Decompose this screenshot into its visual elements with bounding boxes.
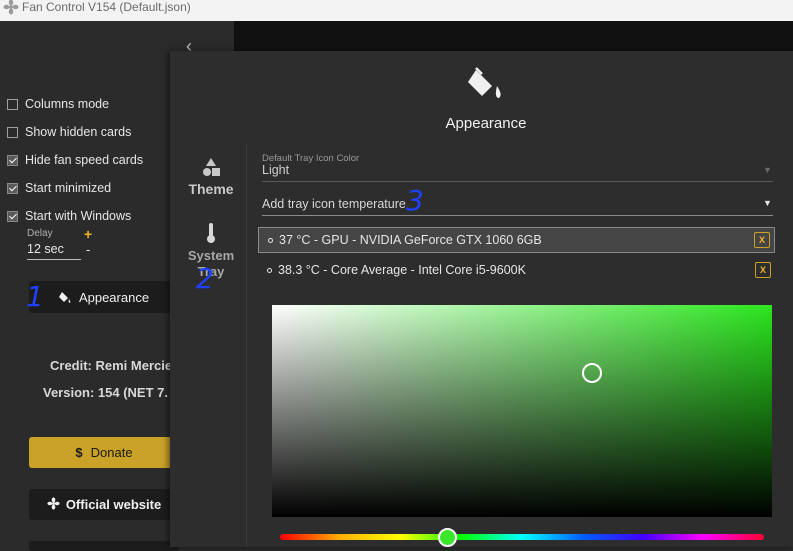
start-with-windows-option[interactable]: Start with Windows: [7, 208, 131, 224]
hide-fan-speed-cards-option[interactable]: Hide fan speed cards: [7, 152, 143, 168]
tray-sensor-label: 37 °C - GPU - NVIDIA GeForce GTX 1060 6G…: [279, 233, 542, 247]
show-hidden-cards-label: Show hidden cards: [25, 125, 132, 139]
columns-mode-label: Columns mode: [25, 97, 110, 111]
add-tray-temperature-underline: [262, 215, 773, 216]
remove-sensor-button[interactable]: X: [755, 262, 771, 278]
shapes-icon: [203, 158, 220, 176]
hide-fan-speed-cards-checkbox[interactable]: [7, 154, 18, 166]
start-minimized-label: Start minimized: [25, 181, 112, 195]
delay-decrement-button[interactable]: -: [86, 242, 90, 257]
remove-sensor-button[interactable]: X: [754, 232, 770, 248]
annotation-2: 2: [196, 262, 214, 295]
fan-icon: [3, 0, 19, 18]
hue-slider[interactable]: [280, 534, 764, 540]
hide-fan-speed-cards-label: Hide fan speed cards: [25, 153, 144, 167]
start-minimized-checkbox[interactable]: [7, 182, 18, 194]
columns-mode-option[interactable]: Columns mode: [7, 96, 109, 112]
start-with-windows-label: Start with Windows: [25, 209, 132, 223]
bullet-icon: [268, 237, 273, 243]
start-with-windows-checkbox[interactable]: [7, 210, 18, 222]
credit-text: Credit: Remi Mercie: [50, 358, 173, 373]
delay-input[interactable]: 12 sec: [27, 242, 81, 260]
dollar-icon: $: [75, 445, 83, 460]
dropdown-arrow-icon[interactable]: ▼: [763, 165, 772, 175]
dialog-title: Appearance: [445, 115, 527, 132]
nav-theme-label: Theme: [188, 181, 234, 197]
dialog-nav-divider: [246, 143, 247, 547]
show-hidden-cards-option[interactable]: Show hidden cards: [7, 124, 131, 140]
delay-increment-button[interactable]: +: [84, 226, 92, 242]
show-hidden-cards-checkbox[interactable]: [7, 126, 18, 138]
paint-bucket-icon: [466, 66, 506, 107]
hue-slider-thumb[interactable]: [438, 528, 457, 547]
tray-sensor-label: 38.3 °C - Core Average - Intel Core i5-9…: [278, 263, 526, 277]
official-website-button[interactable]: Official website: [29, 489, 179, 520]
tray-sensor-item[interactable]: 38.3 °C - Core Average - Intel Core i5-9…: [258, 257, 775, 283]
start-minimized-option[interactable]: Start minimized: [7, 180, 111, 196]
appearance-button-label: Appearance: [78, 289, 150, 305]
official-website-label: Official website: [65, 497, 162, 512]
window-title: Fan Control V154 (Default.json): [22, 0, 191, 14]
annotation-1: 1: [26, 280, 44, 313]
columns-mode-checkbox[interactable]: [7, 98, 18, 110]
dropdown-arrow-icon[interactable]: ▼: [763, 198, 772, 208]
color-saturation-value-area[interactable]: [272, 305, 772, 517]
delay-label: Delay: [27, 228, 53, 239]
bullet-icon: [267, 267, 272, 273]
paint-bucket-icon: [58, 291, 71, 303]
nav-theme[interactable]: Theme: [185, 157, 237, 197]
donate-button[interactable]: $ Donate: [29, 437, 179, 468]
tray-sensor-item[interactable]: 37 °C - GPU - NVIDIA GeForce GTX 1060 6G…: [258, 227, 775, 253]
annotation-3: 3: [406, 184, 424, 217]
add-tray-temperature-select[interactable]: Add tray icon temperature: [262, 197, 406, 211]
thermometer-icon: [207, 223, 215, 243]
version-text: Version: 154 (NET 7.: [43, 385, 168, 400]
partial-button[interactable]: [29, 541, 179, 551]
title-bar: Fan Control V154 (Default.json): [0, 0, 793, 21]
color-picker-thumb[interactable]: [582, 363, 602, 383]
tray-icon-color-select[interactable]: Light: [262, 163, 289, 177]
fan-icon: [47, 496, 60, 513]
appearance-button[interactable]: Appearance: [29, 281, 179, 313]
donate-button-label: Donate: [90, 445, 133, 460]
tray-icon-color-underline: [262, 181, 773, 182]
